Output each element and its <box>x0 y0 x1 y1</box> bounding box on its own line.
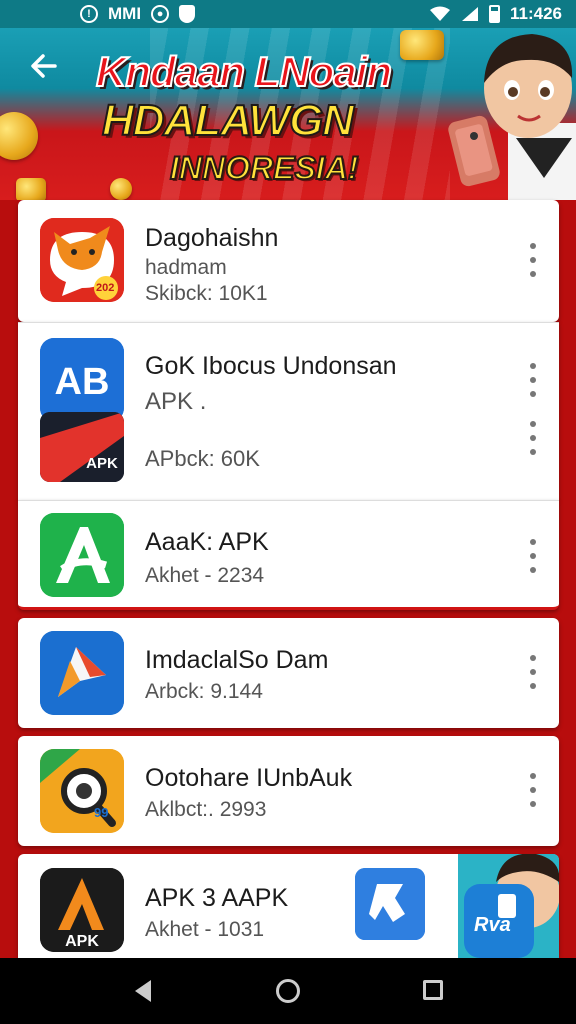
app-meta: Akhet - 1031 <box>145 918 265 941</box>
status-left: ! MMI ● <box>80 4 196 24</box>
app-name: AaaK: APK <box>145 528 269 556</box>
app-card[interactable]: AaaK: APK Akhet - 2234 <box>18 500 559 610</box>
coin-decoration <box>110 178 132 200</box>
ab-letters-icon: AB <box>40 338 124 422</box>
system-nav-bar <box>0 958 576 1024</box>
back-button[interactable] <box>22 50 66 94</box>
more-options-icon[interactable] <box>521 418 545 458</box>
app-card[interactable]: ImdaclalSo Dam Arbck: 9.144 <box>18 618 559 728</box>
coin-decoration <box>400 30 444 60</box>
app-meta: Aklbct:. 2993 <box>145 798 267 821</box>
scissors-doc-icon[interactable] <box>355 868 425 940</box>
svg-text:AB: AB <box>55 361 110 403</box>
app-subtitle: hadmam <box>145 256 227 279</box>
app-meta: Akhet - 2234 <box>145 564 265 587</box>
apk-red-stripe-icon: APK <box>40 412 124 482</box>
status-bar: ! MMI ● 11:426 <box>0 0 576 28</box>
app-name: Ootohare IUnbAuk <box>145 764 353 792</box>
green-a-icon <box>40 513 124 597</box>
app-name: APK 3 AAPK <box>145 884 289 912</box>
more-options-icon[interactable] <box>521 536 545 576</box>
recent-square-icon[interactable] <box>423 980 443 1000</box>
icon-label: APK <box>65 933 99 950</box>
shield-icon <box>179 5 196 23</box>
banner-title-line2: HDALAWGN <box>101 95 355 146</box>
alert-circle-icon: ! <box>80 5 98 23</box>
mascot-illustration <box>448 34 576 200</box>
coin-decoration <box>0 112 38 160</box>
icon-label: APK <box>86 455 118 472</box>
apk-orange-a-icon: APK <box>40 868 124 952</box>
app-meta: Skibck: 10K1 <box>145 282 268 305</box>
play-arrow-icon <box>40 631 124 715</box>
divider <box>18 322 559 323</box>
icon-badge: 202 <box>96 282 115 294</box>
status-time: 11:426 <box>510 4 562 23</box>
battery-icon <box>489 5 500 23</box>
app-meta: APbck: 60K <box>145 446 260 471</box>
app-card[interactable]: 202 Dagohaishn hadmam Skibck: 10K1 <box>18 200 559 322</box>
status-right: 11:426 <box>429 4 562 24</box>
divider <box>18 500 559 501</box>
fox-chat-icon: 202 <box>40 218 124 302</box>
banner-title-line1: Kndaan LNoain <box>95 47 393 96</box>
back-triangle-icon[interactable] <box>135 980 151 1002</box>
app-card[interactable]: AB GoK Ibocus Undonsan APK . APK APbck: … <box>18 322 559 500</box>
banner-title-line3: INNORESIA! <box>169 149 359 187</box>
coin-decoration <box>16 178 46 200</box>
header-banner: Kndaan LNoain HDALAWGN INNORESIA! <box>0 28 576 200</box>
app-card[interactable]: APK APK 3 AAPK Akhet - 1031 Rva <box>18 854 559 958</box>
app-name: ImdaclalSo Dam <box>145 646 329 674</box>
mascot-corner: Rva <box>458 854 559 958</box>
wifi-icon <box>430 6 450 21</box>
app-subtitle: APK . <box>145 388 207 415</box>
signal-icon <box>462 7 478 21</box>
camera-icon: ● <box>151 5 170 23</box>
more-options-icon[interactable] <box>521 652 545 692</box>
more-options-icon[interactable] <box>521 360 545 400</box>
mascot-badge-text: Rva <box>474 914 511 936</box>
magnifier-orange-icon: 99 <box>40 749 124 833</box>
status-carrier: MMI <box>108 4 142 23</box>
app-meta: Arbck: 9.144 <box>145 680 263 703</box>
icon-badge: 99 <box>94 805 109 820</box>
arrow-left-icon <box>31 54 57 78</box>
more-options-icon[interactable] <box>521 240 545 280</box>
more-options-icon[interactable] <box>521 770 545 810</box>
app-name: Dagohaishn <box>145 224 279 252</box>
home-circle-icon[interactable] <box>276 979 300 1003</box>
app-name: GoK Ibocus Undonsan <box>145 352 397 380</box>
app-card[interactable]: 99 Ootohare IUnbAuk Aklbct:. 2993 <box>18 736 559 846</box>
